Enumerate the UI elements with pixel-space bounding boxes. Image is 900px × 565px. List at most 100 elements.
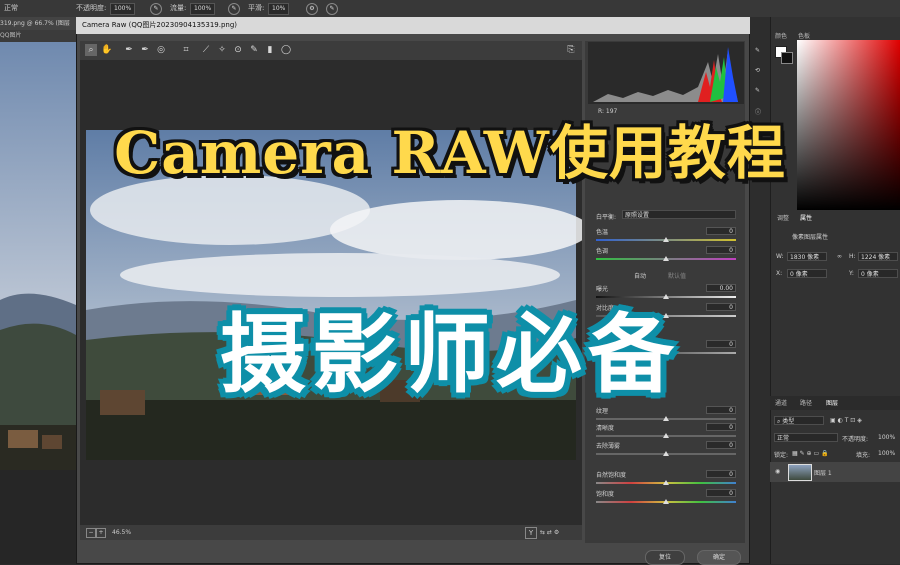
crop-tool-icon[interactable]: ⌗ — [180, 44, 192, 56]
slider-label: 自然饱和度 — [596, 472, 627, 479]
width-field[interactable]: 1830 像素 — [787, 252, 827, 261]
info-icon[interactable]: ⓘ — [755, 107, 761, 116]
slider-value[interactable]: 0 — [706, 470, 736, 478]
adjustment-brush-icon[interactable]: ✎ — [248, 44, 260, 56]
white-balance-label: 白平衡: — [596, 214, 617, 221]
slider-value[interactable]: 0.00 — [706, 284, 736, 292]
slider-label: 曝光 — [596, 286, 609, 293]
gear-icon[interactable]: ⚙ — [306, 3, 318, 15]
airbrush-icon[interactable]: ✎ — [228, 3, 240, 15]
slider-knob[interactable] — [663, 294, 669, 299]
slider-knob[interactable] — [663, 256, 669, 261]
open-preferences-icon[interactable]: ⎘ — [565, 44, 577, 56]
radial-filter-icon[interactable]: ◯ — [280, 44, 292, 56]
document-footer — [0, 470, 76, 564]
document-tab-label: 319.png @ 66.7% (图层 — [0, 20, 70, 27]
history-icon[interactable]: ⟲ — [755, 67, 760, 74]
white-balance-tool-icon[interactable]: ✒ — [123, 44, 135, 56]
slider-label: 色温 — [596, 229, 609, 236]
slider-value[interactable]: 0 — [706, 423, 736, 431]
filter-icons[interactable]: ▣ ◐ T ⊡ ◈ — [830, 417, 862, 424]
blend-mode-dropdown[interactable]: 正常 — [774, 433, 838, 442]
red-eye-icon[interactable]: ⊙ — [232, 44, 244, 56]
w-label: W: — [776, 253, 784, 260]
graduated-filter-icon[interactable]: ▮ — [264, 44, 276, 56]
overlay-subtitle: 摄影师必备 — [220, 305, 680, 405]
white-balance-dropdown[interactable]: 原照设置 — [622, 210, 736, 219]
layer-thumbnail — [788, 464, 812, 481]
camera-raw-statusbar: − + 46.5% Y ⇆ ⇄ ⚙ — [80, 525, 582, 540]
tab-color[interactable]: 颜色 — [775, 31, 787, 40]
slider-knob[interactable] — [663, 433, 669, 438]
zoom-in-button[interactable]: + — [96, 528, 106, 538]
x-field[interactable]: 0 像素 — [787, 269, 827, 278]
lock-icons[interactable]: ▦ ✎ ⊕ ▭ 🔒 — [792, 450, 829, 457]
slider-knob[interactable] — [663, 480, 669, 485]
fill-value[interactable]: 100% — [878, 450, 895, 457]
zoom-tool-icon[interactable]: ⌕ — [85, 44, 97, 56]
layer-row[interactable]: ◉ 图层 1 — [770, 462, 900, 482]
slider-knob[interactable] — [663, 416, 669, 421]
pressure-opacity-icon[interactable]: ✎ — [150, 3, 162, 15]
visibility-eye-icon[interactable]: ◉ — [775, 468, 780, 475]
ok-button[interactable]: 确定 — [697, 550, 741, 565]
layer-opacity-value[interactable]: 100% — [878, 434, 895, 441]
camera-raw-toolbar: ⌕ ✋ ✒ ✒ ◎ ⌗ ⟋ ✧ ⊙ ✎ ▮ ◯ ⎘ — [80, 41, 582, 60]
y-field[interactable]: 0 像素 — [858, 269, 898, 278]
before-after-icons[interactable]: ⇆ ⇄ ⚙ — [540, 525, 559, 540]
slider-knob[interactable] — [663, 237, 669, 242]
zoom-out-button[interactable]: − — [86, 528, 96, 538]
lock-label: 锁定: — [774, 452, 789, 459]
document-tab-secondary: QQ图片 — [0, 30, 76, 42]
slider-value[interactable]: 0 — [706, 246, 736, 254]
slider-label: 饱和度 — [596, 491, 615, 498]
hand-tool-icon[interactable]: ✋ — [101, 44, 113, 56]
pressure-size-icon[interactable]: ✎ — [326, 3, 338, 15]
slider-value[interactable]: 0 — [706, 489, 736, 497]
straighten-tool-icon[interactable]: ⟋ — [200, 44, 212, 56]
slider-value[interactable]: 0 — [706, 441, 736, 449]
camera-raw-title: Camera Raw (QQ图片20230904135319.png) — [76, 17, 750, 34]
opacity-label: 不透明度: — [76, 4, 107, 12]
reset-button[interactable]: 复位 — [645, 550, 685, 565]
slider-knob[interactable] — [663, 451, 669, 456]
document-tab-prefix: QQ图片 — [0, 32, 22, 39]
tab-properties[interactable]: 属性 — [800, 213, 812, 222]
props-subtitle: 像素图层属性 — [792, 234, 829, 241]
smoothing-label: 平滑: — [248, 4, 265, 12]
options-bar: 正常 不透明度: 100% ✎ 流量: 100% ✎ 平滑: 10% ⚙ ✎ — [0, 0, 900, 18]
color-sampler-icon[interactable]: ✒ — [139, 44, 151, 56]
slider-value[interactable]: 0 — [706, 227, 736, 235]
slider-label: 色调 — [596, 248, 609, 255]
document-tab[interactable]: 319.png @ 66.7% (图层 — [0, 17, 76, 30]
background-color-swatch[interactable] — [781, 52, 793, 64]
flow-field[interactable]: 100% — [190, 3, 216, 15]
paint-icon[interactable]: ✎ — [755, 87, 760, 94]
default-link[interactable]: 默认值 — [668, 271, 686, 280]
before-after-y-icon[interactable]: Y — [525, 527, 537, 539]
layer-kind-filter[interactable]: ⌕ 类型 — [774, 416, 824, 425]
layer-kind-label: 类型 — [782, 418, 795, 425]
mode-dropdown[interactable]: 正常 — [4, 0, 18, 17]
tab-adjustments[interactable]: 调整 — [777, 213, 789, 222]
link-icon[interactable]: ∞ — [837, 253, 842, 260]
layer-opacity-label: 不透明度: — [842, 436, 869, 443]
x-label: X: — [776, 270, 783, 277]
histogram-graph — [593, 47, 738, 102]
y-label: Y: — [849, 270, 854, 277]
brush-icon[interactable]: ✎ — [755, 47, 760, 54]
spot-removal-icon[interactable]: ✧ — [216, 44, 228, 56]
fill-label: 填充: — [856, 452, 871, 459]
rgb-readout: R: 197 — [598, 108, 618, 115]
auto-link[interactable]: 自动 — [634, 271, 646, 280]
layer-name: 图层 1 — [814, 470, 832, 477]
zoom-level[interactable]: 46.5% — [112, 525, 131, 540]
slider-knob[interactable] — [663, 499, 669, 504]
ps-panel-icons: ✎ ⟲ ✎ ⓘ — [750, 17, 771, 564]
targeted-adjust-icon[interactable]: ◎ — [155, 44, 167, 56]
smoothing-field[interactable]: 10% — [268, 3, 290, 15]
slider-label: 清晰度 — [596, 425, 615, 432]
height-field[interactable]: 1224 像素 — [858, 252, 898, 261]
opacity-field[interactable]: 100% — [110, 3, 136, 15]
tab-swatches[interactable]: 色板 — [798, 31, 810, 40]
